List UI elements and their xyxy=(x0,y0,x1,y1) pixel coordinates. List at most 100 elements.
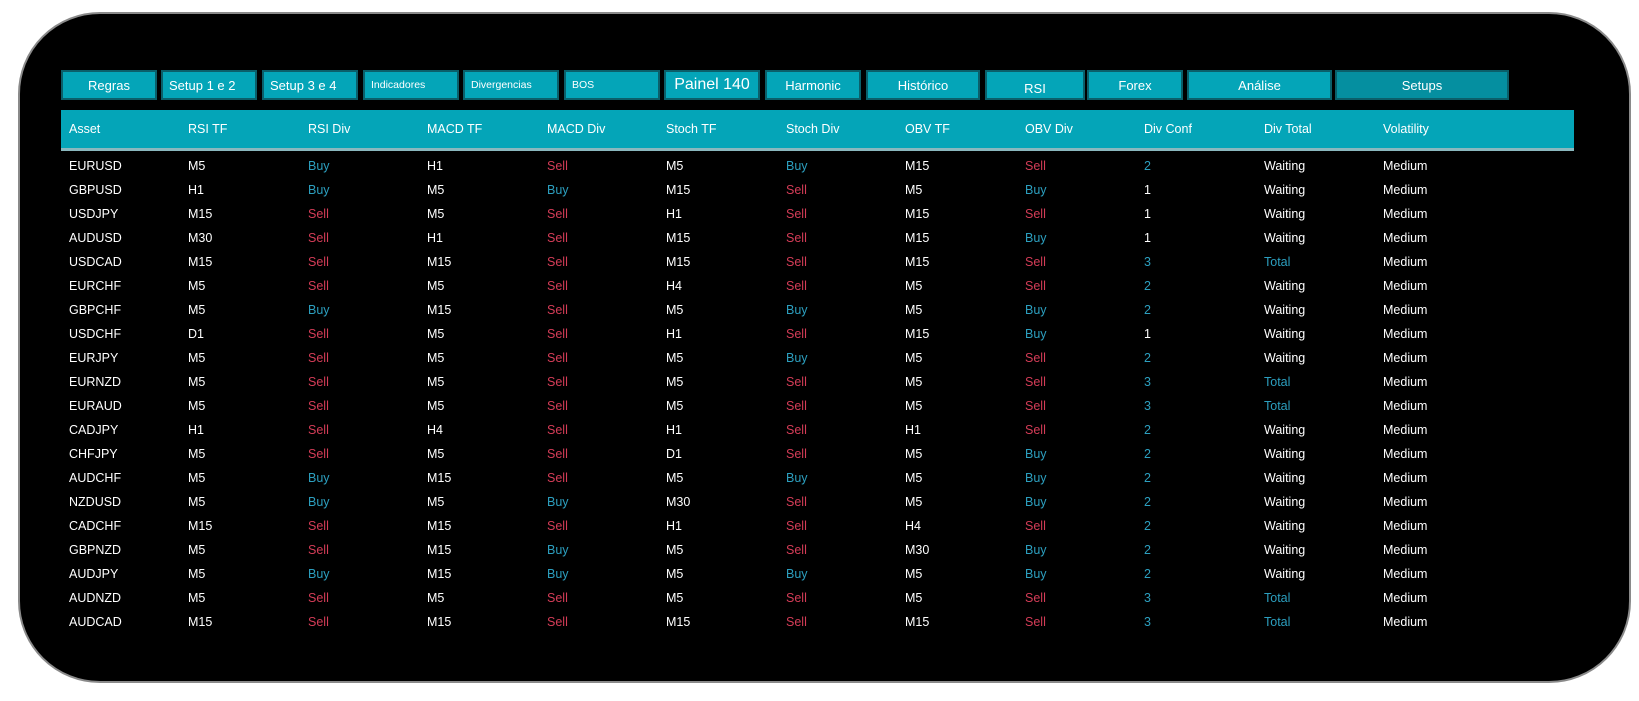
cell-stoch-tf: M15 xyxy=(666,231,691,245)
cell-volatility: Medium xyxy=(1383,159,1428,173)
cell-asset: AUDCAD xyxy=(69,615,122,629)
tab-setup-1-e-2[interactable]: Setup 1 e 2 xyxy=(161,70,257,100)
cell-stoch-div: Sell xyxy=(786,183,807,197)
cell-obv-tf: M15 xyxy=(905,615,930,629)
cell-stoch-tf: M15 xyxy=(666,255,691,269)
cell-obv-div: Sell xyxy=(1025,423,1046,437)
cell-div-total: Waiting xyxy=(1264,423,1306,437)
cell-rsi-tf: M5 xyxy=(188,471,206,485)
cell-stoch-div: Sell xyxy=(786,423,807,437)
table-row: USDCHF D1 Sell M5 Sell H1 Sell M15 Buy 1 Waiting Me… xyxy=(61,322,1574,346)
cell-macd-tf: M5 xyxy=(427,375,445,389)
cell-macd-div: Sell xyxy=(547,615,568,629)
cell-stoch-tf: M5 xyxy=(666,399,684,413)
table-row: AUDCAD M15 Sell M15 Sell M15 Sell M15 Sell 3 Total… xyxy=(61,610,1574,634)
tab-analise[interactable]: Análise xyxy=(1187,70,1332,100)
cell-macd-tf: M5 xyxy=(427,591,445,605)
table-row: GBPNZD M5 Sell M15 Buy M5 Sell M30 Buy 2 Waiting Me… xyxy=(61,538,1574,562)
tab-indicadores[interactable]: Indicadores xyxy=(363,70,459,100)
cell-rsi-div: Sell xyxy=(308,207,329,221)
cell-macd-div: Sell xyxy=(547,375,568,389)
cell-macd-div: Sell xyxy=(547,255,568,269)
table-row: EURJPY M5 Sell M5 Sell M5 Buy M5 Sell 2 Waiting Med… xyxy=(61,346,1574,370)
tab-divergencias[interactable]: Divergencias xyxy=(463,70,559,100)
tab-bos[interactable]: BOS xyxy=(564,70,660,100)
cell-stoch-tf: H4 xyxy=(666,279,682,293)
cell-obv-tf: H1 xyxy=(905,423,921,437)
cell-macd-div: Sell xyxy=(547,327,568,341)
cell-stoch-tf: H1 xyxy=(666,519,682,533)
cell-rsi-tf: M5 xyxy=(188,303,206,317)
cell-volatility: Medium xyxy=(1383,471,1428,485)
table-row: GBPUSD H1 Buy M5 Buy M15 Sell M5 Buy 1 Waiting Medi… xyxy=(61,178,1574,202)
cell-stoch-div: Buy xyxy=(786,471,808,485)
cell-stoch-div: Sell xyxy=(786,495,807,509)
cell-div-total: Waiting xyxy=(1264,447,1306,461)
cell-stoch-tf: H1 xyxy=(666,207,682,221)
cell-rsi-div: Sell xyxy=(308,615,329,629)
cell-obv-div: Buy xyxy=(1025,495,1047,509)
cell-obv-tf: M5 xyxy=(905,567,923,581)
cell-volatility: Medium xyxy=(1383,615,1428,629)
cell-rsi-tf: M5 xyxy=(188,399,206,413)
cell-volatility: Medium xyxy=(1383,375,1428,389)
table-row: EURUSD M5 Buy H1 Sell M5 Buy M15 Sell 2 Waiting Med… xyxy=(61,154,1574,178)
cell-stoch-tf: M5 xyxy=(666,375,684,389)
cell-stoch-tf: M5 xyxy=(666,567,684,581)
tab-forex[interactable]: Forex xyxy=(1087,70,1183,100)
cell-div-total: Waiting xyxy=(1264,303,1306,317)
cell-stoch-div: Sell xyxy=(786,615,807,629)
cell-div-total: Waiting xyxy=(1264,327,1306,341)
cell-stoch-tf: D1 xyxy=(666,447,682,461)
cell-rsi-tf: M5 xyxy=(188,447,206,461)
cell-rsi-tf: H1 xyxy=(188,423,204,437)
cell-obv-div: Sell xyxy=(1025,159,1046,173)
cell-asset: AUDNZD xyxy=(69,591,122,605)
cell-asset: EURNZD xyxy=(69,375,122,389)
cell-asset: USDCHF xyxy=(69,327,122,341)
table-row: EURCHF M5 Sell M5 Sell H4 Sell M5 Sell 2 Waiting Me… xyxy=(61,274,1574,298)
tab-rsi[interactable]: RSI xyxy=(985,70,1085,100)
cell-macd-div: Sell xyxy=(547,591,568,605)
cell-rsi-tf: M5 xyxy=(188,375,206,389)
cell-div-conf: 3 xyxy=(1144,591,1151,605)
cell-rsi-div: Sell xyxy=(308,255,329,269)
column-header-volatility: Volatility xyxy=(1383,122,1429,136)
cell-macd-div: Sell xyxy=(547,423,568,437)
column-header-stoch-tf: Stoch TF xyxy=(666,122,717,136)
tab-setups[interactable]: Setups xyxy=(1335,70,1509,100)
tab-setup-3-e-4[interactable]: Setup 3 e 4 xyxy=(262,70,358,100)
cell-stoch-div: Buy xyxy=(786,567,808,581)
cell-rsi-tf: M30 xyxy=(188,231,213,245)
cell-macd-tf: M5 xyxy=(427,495,445,509)
cell-asset: GBPUSD xyxy=(69,183,122,197)
cell-stoch-tf: M5 xyxy=(666,591,684,605)
cell-rsi-div: Buy xyxy=(308,567,330,581)
cell-rsi-tf: M5 xyxy=(188,279,206,293)
cell-stoch-div: Sell xyxy=(786,279,807,293)
tab-historico[interactable]: Histórico xyxy=(866,70,980,100)
cell-stoch-div: Sell xyxy=(786,327,807,341)
cell-macd-div: Sell xyxy=(547,279,568,293)
tab-regras[interactable]: Regras xyxy=(61,70,157,100)
cell-asset: CADJPY xyxy=(69,423,119,437)
cell-rsi-div: Sell xyxy=(308,231,329,245)
tab-painel-140[interactable]: Painel 140 xyxy=(664,70,760,100)
cell-obv-div: Sell xyxy=(1025,615,1046,629)
cell-div-total: Total xyxy=(1264,399,1291,413)
cell-div-conf: 1 xyxy=(1144,183,1151,197)
cell-stoch-tf: M5 xyxy=(666,159,684,173)
table-row: USDJPY M15 Sell M5 Sell H1 Sell M15 Sell 1 Waiting… xyxy=(61,202,1574,226)
cell-div-conf: 2 xyxy=(1144,495,1151,509)
cell-div-total: Waiting xyxy=(1264,279,1306,293)
cell-macd-div: Sell xyxy=(547,303,568,317)
cell-div-total: Waiting xyxy=(1264,231,1306,245)
tab-harmonic[interactable]: Harmonic xyxy=(765,70,861,100)
cell-obv-tf: M15 xyxy=(905,159,930,173)
cell-rsi-div: Buy xyxy=(308,495,330,509)
cell-obv-tf: M15 xyxy=(905,207,930,221)
cell-volatility: Medium xyxy=(1383,399,1428,413)
cell-rsi-div: Buy xyxy=(308,303,330,317)
cell-macd-tf: H4 xyxy=(427,423,443,437)
cell-macd-div: Sell xyxy=(547,471,568,485)
